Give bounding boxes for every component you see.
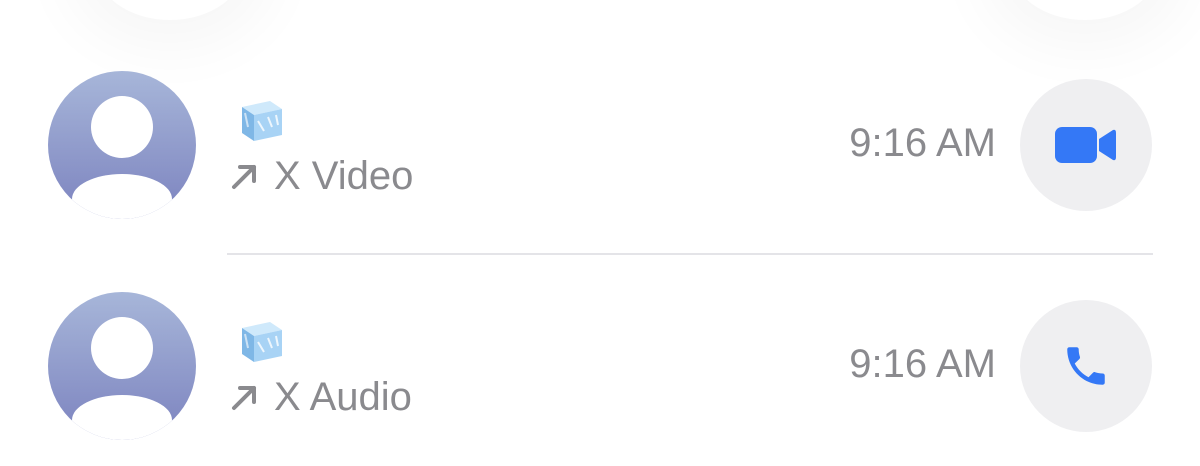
ice-cube-emoji xyxy=(242,322,282,362)
ice-cube-emoji xyxy=(242,101,282,141)
row-divider xyxy=(227,253,1153,255)
video-call-button[interactable] xyxy=(1020,79,1152,211)
person-silhouette-icon xyxy=(72,96,172,219)
call-row-audio[interactable]: X Audio 9:16 AM xyxy=(0,286,1200,446)
call-type-text: X Audio xyxy=(274,374,412,419)
outgoing-arrow-icon xyxy=(232,386,256,410)
call-type-label: X Video xyxy=(228,151,413,201)
call-type-text: X Video xyxy=(274,153,414,198)
call-time: 9:16 AM xyxy=(849,121,996,165)
call-row-video[interactable]: X Video 9:16 AM xyxy=(0,65,1200,225)
audio-call-button[interactable] xyxy=(1020,300,1152,432)
previous-row-button-edge xyxy=(1010,0,1160,20)
avatar xyxy=(48,71,196,219)
phone-icon xyxy=(1067,347,1105,385)
person-silhouette-icon xyxy=(72,317,172,440)
video-camera-icon xyxy=(1055,127,1116,163)
outgoing-arrow-icon xyxy=(232,165,256,189)
call-type-label: X Audio xyxy=(228,372,412,422)
previous-row-avatar-edge xyxy=(95,0,245,20)
call-time: 9:16 AM xyxy=(849,342,996,386)
avatar xyxy=(48,292,196,440)
